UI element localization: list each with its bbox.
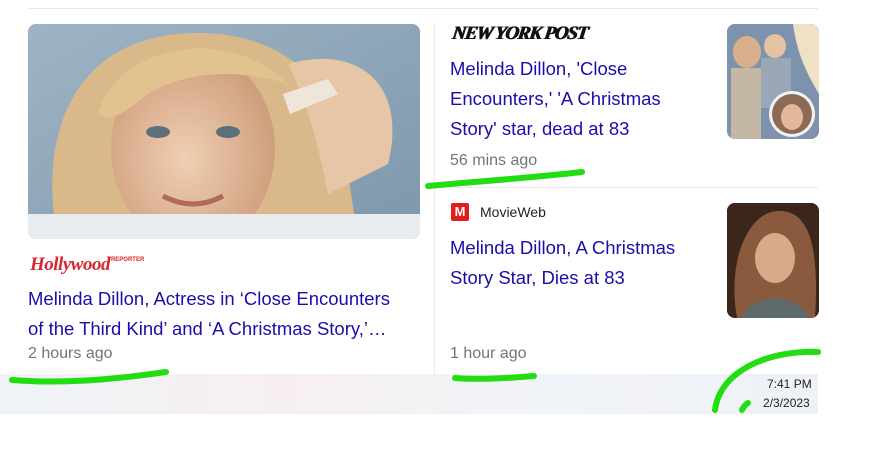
thumbnail-image [727,24,819,139]
taskbar-clock-time[interactable]: 7:41 PM [767,377,812,391]
headline-movieweb[interactable]: Melinda Dillon, A Christmas Story Star, … [450,233,712,293]
headline-line: of the Third Kind’ and ‘A Christmas Stor… [28,318,387,339]
headline-line: Melinda Dillon, 'Close [450,58,628,79]
underline-mark-nyp [425,169,585,189]
thumbnail-new-york-post[interactable] [727,24,819,139]
taskbar [0,374,818,414]
headline-line: Encounters,' 'A Christmas [450,88,661,109]
row-divider [450,187,818,188]
headline-line: Melinda Dillon, Actress in ‘Close Encoun… [28,288,390,309]
column-divider [434,22,435,374]
headline-new-york-post[interactable]: Melinda Dillon, 'Close Encounters,' 'A C… [450,54,712,144]
headline-hollywood-reporter[interactable]: Melinda Dillon, Actress in ‘Close Encoun… [28,284,428,344]
headline-line: Melinda Dillon, A Christmas [450,237,676,258]
timestamp-hollywood-reporter: 2 hours ago [28,345,113,362]
hollywood-reporter-logo[interactable]: HollywoodREPORTER [30,254,144,276]
timestamp-new-york-post: 56 mins ago [450,152,538,169]
headline-line: Story Star, Dies at 83 [450,267,625,288]
timestamp-movieweb: 1 hour ago [450,345,527,362]
new-york-post-logo[interactable]: NEW YORK POST [450,23,589,45]
source-logo-small: REPORTER [110,257,145,263]
thumbnail-movieweb[interactable] [727,203,819,318]
movieweb-source-name[interactable]: MovieWeb [480,204,546,220]
headline-line: Story' star, dead at 83 [450,118,630,139]
thumbnail-image [727,203,819,318]
top-divider [28,8,818,9]
taskbar-clock-date[interactable]: 2/3/2023 [763,396,810,410]
portrait-illustration [28,24,420,239]
story-image-melinda-dillon[interactable] [28,24,420,239]
source-logo-text: Hollywood [30,254,110,275]
movieweb-logo-icon: M [451,203,469,221]
